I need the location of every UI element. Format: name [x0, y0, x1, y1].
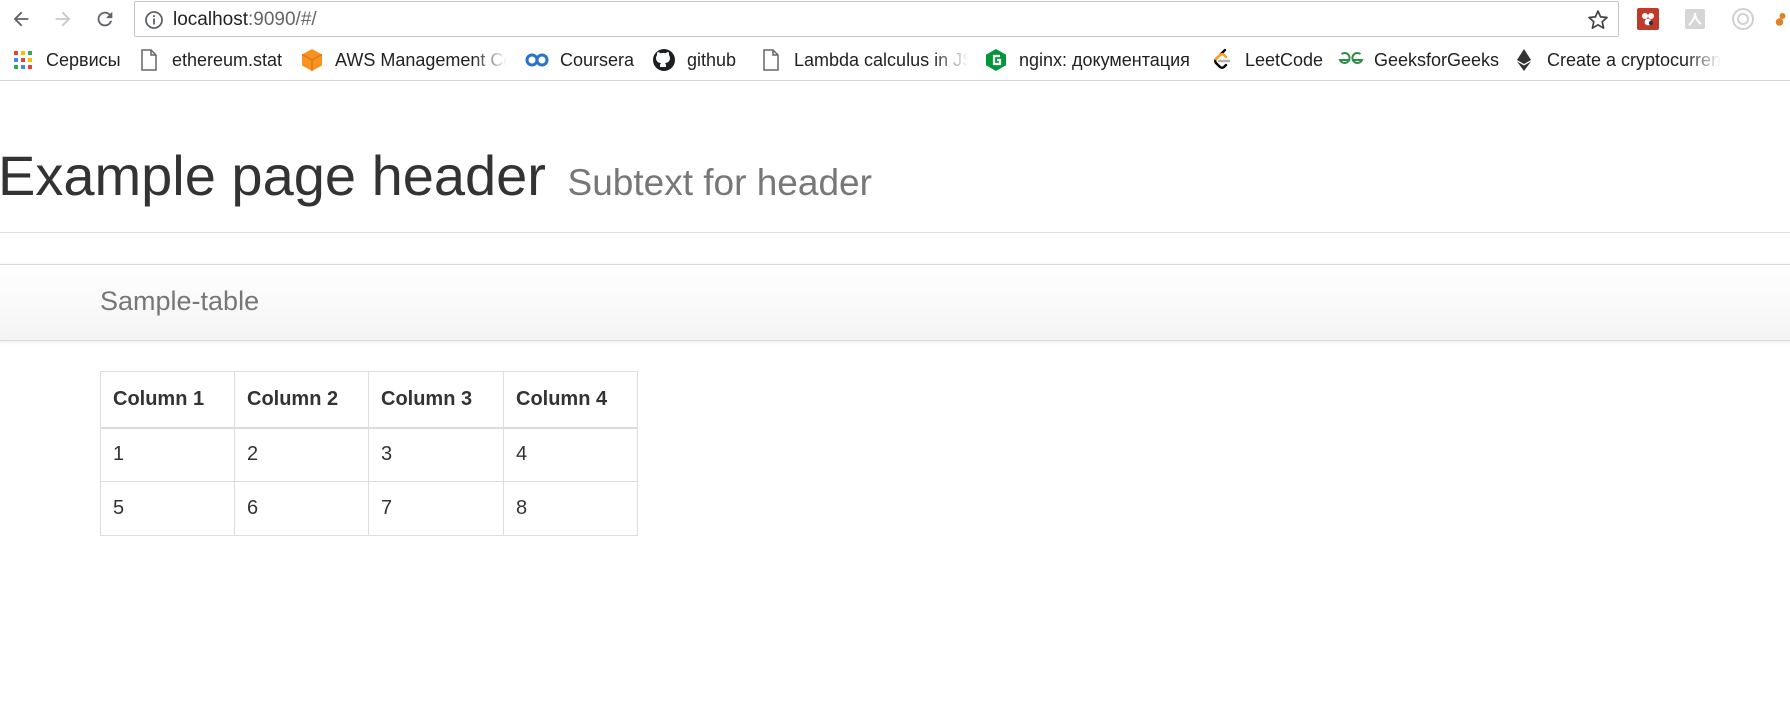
- ethereum-icon: [1511, 48, 1537, 72]
- reload-icon: [97, 11, 113, 27]
- browser-toolbar: localhost:9090/#/: [0, 0, 1790, 38]
- table-header-row: Column 1 Column 2 Column 3 Column 4: [100, 371, 638, 429]
- bookmark-lambda-calculus[interactable]: Lambda calculus in JS: [758, 48, 968, 72]
- bookmark-label: Create a cryptocurren: [1547, 49, 1721, 70]
- table-cell: 6: [234, 481, 369, 536]
- apps-grid-icon: [10, 48, 36, 72]
- bookmark-label: GeeksforGeeks: [1374, 49, 1500, 70]
- navbar: Sample-table: [0, 264, 1790, 341]
- bookmarks-bar: Сервисы ethereum.stat AWS Management Co …: [0, 44, 1790, 81]
- url-path: :9090/#/: [248, 9, 317, 30]
- page-icon: [758, 48, 784, 72]
- page-subtitle: Subtext for header: [567, 162, 872, 203]
- table-cell: 7: [368, 481, 504, 536]
- bookmark-nginx[interactable]: nginx: документация: [983, 48, 1190, 72]
- url-host: localhost: [173, 9, 248, 30]
- bookmark-geeksforgeeks[interactable]: GeeksforGeeks: [1338, 48, 1499, 72]
- sample-table: Column 1 Column 2 Column 3 Column 4 1 2 …: [100, 371, 638, 536]
- forward-button[interactable]: [48, 4, 78, 34]
- table-cell: 1: [100, 427, 235, 482]
- pdf-extension-icon[interactable]: [1682, 6, 1708, 32]
- bookmark-label: Coursera: [560, 49, 635, 70]
- extension-circle-icon[interactable]: [1730, 6, 1756, 32]
- back-arrow-icon: [13, 11, 29, 27]
- bookmark-label: github: [687, 49, 737, 70]
- page-header: Example page header Subtext for header: [0, 140, 1790, 233]
- forward-arrow-icon: [55, 11, 71, 27]
- table-row: 5 6 7 8: [100, 481, 638, 536]
- bookmark-label: ethereum.stat: [172, 49, 283, 70]
- bookmark-coursera[interactable]: Coursera: [524, 48, 634, 72]
- reload-button[interactable]: [90, 4, 120, 34]
- aws-cube-icon: [299, 48, 325, 72]
- navbar-brand[interactable]: Sample-table: [100, 286, 259, 317]
- table-cell: 8: [503, 481, 638, 536]
- table-cell: 3: [368, 427, 504, 482]
- table-row: 1 2 3 4: [100, 427, 638, 482]
- column-header: Column 4: [503, 371, 638, 429]
- extension-orange-icon[interactable]: [1772, 6, 1790, 32]
- table-cell: 4: [503, 427, 638, 482]
- table-cell: 2: [234, 427, 369, 482]
- url-text: localhost:9090/#/: [173, 9, 317, 31]
- info-icon[interactable]: [144, 10, 164, 35]
- column-header: Column 2: [234, 371, 369, 429]
- coursera-icon: [524, 48, 550, 72]
- geeksforgeeks-icon: [1338, 48, 1364, 72]
- page-title-text: Example page header: [0, 144, 546, 207]
- nginx-icon: [983, 48, 1009, 72]
- column-header: Column 1: [100, 371, 235, 429]
- table-cell: 5: [100, 481, 235, 536]
- back-button[interactable]: [6, 4, 36, 34]
- github-icon: [651, 48, 677, 72]
- address-bar[interactable]: localhost:9090/#/: [134, 1, 1619, 37]
- bookmark-label: Lambda calculus in JS: [794, 49, 968, 70]
- bookmark-label: nginx: документация: [1019, 49, 1190, 70]
- page-title: Example page header Subtext for header: [0, 144, 872, 215]
- page-icon: [136, 48, 162, 72]
- leetcode-icon: [1209, 48, 1235, 72]
- bookmark-leetcode[interactable]: LeetCode: [1209, 48, 1323, 72]
- bookmark-label: LeetCode: [1245, 49, 1324, 70]
- bookmark-create-cryptocurrency[interactable]: Create a cryptocurren: [1511, 48, 1721, 72]
- bookmark-label: Сервисы: [46, 49, 121, 70]
- extension-red-icon[interactable]: [1635, 6, 1661, 32]
- bookmark-ethereum-stat[interactable]: ethereum.stat: [136, 48, 282, 72]
- bookmark-apps[interactable]: Сервисы: [10, 48, 121, 72]
- bookmark-aws[interactable]: AWS Management Co: [299, 48, 507, 72]
- column-header: Column 3: [368, 371, 504, 429]
- bookmark-github[interactable]: github: [651, 48, 736, 72]
- bookmark-star-icon[interactable]: [1586, 8, 1610, 37]
- bookmark-label: AWS Management Co: [335, 49, 507, 70]
